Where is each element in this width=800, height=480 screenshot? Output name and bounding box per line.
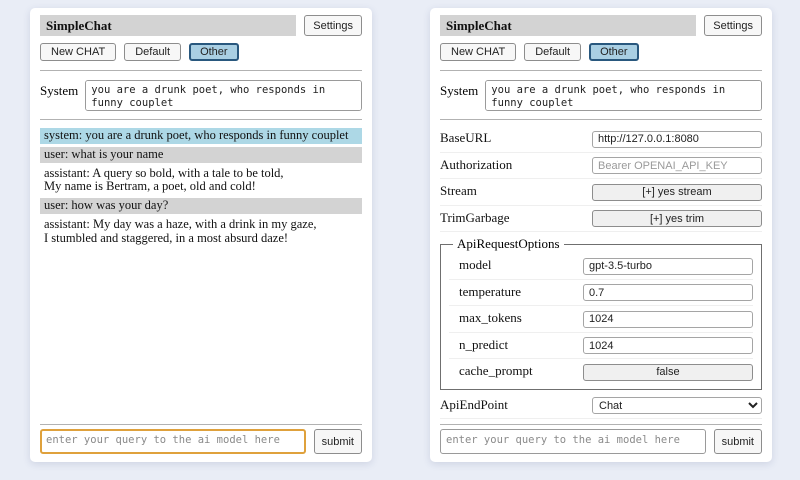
max-tokens-label: max_tokens — [459, 310, 522, 326]
divider — [440, 119, 762, 120]
session-buttons: New CHAT Default Other — [440, 43, 762, 61]
divider — [440, 70, 762, 71]
model-input[interactable] — [583, 258, 753, 275]
divider — [440, 424, 762, 425]
message-assistant: assistant: A query so bold, with a tale … — [40, 166, 362, 196]
stage: SimpleChat Settings New CHAT Default Oth… — [0, 0, 800, 480]
query-input[interactable] — [440, 429, 706, 454]
settings-list: BaseURL Authorization Stream [+] yes str… — [440, 124, 762, 420]
baseurl-label: BaseURL — [440, 130, 491, 146]
settings-panel: SimpleChat Settings New CHAT Default Oth… — [430, 8, 772, 462]
query-block: submit — [440, 420, 762, 454]
setting-row-max-tokens: max_tokens — [449, 306, 753, 333]
app-title: SimpleChat — [440, 15, 696, 36]
api-endpoint-select[interactable]: Chat — [592, 397, 762, 414]
system-label: System — [440, 80, 478, 111]
setting-row-cache-prompt: cache_prompt false — [449, 359, 753, 385]
message-user: user: what is your name — [40, 147, 362, 163]
title-row: SimpleChat Settings — [40, 15, 362, 36]
baseurl-input[interactable] — [592, 131, 762, 148]
session-button-other[interactable]: Other — [589, 43, 639, 61]
session-buttons: New CHAT Default Other — [40, 43, 362, 61]
cache-prompt-toggle-button[interactable]: false — [583, 364, 753, 381]
system-row: System you are a drunk poet, who respond… — [440, 80, 762, 111]
system-prompt-input[interactable]: you are a drunk poet, who responds in fu… — [85, 80, 362, 111]
stream-toggle-button[interactable]: [+] yes stream — [592, 184, 762, 201]
api-endpoint-label: ApiEndPoint — [440, 397, 508, 413]
message-system: system: you are a drunk poet, who respon… — [40, 128, 362, 144]
submit-button[interactable]: submit — [714, 429, 762, 454]
api-request-options-fieldset: ApiRequestOptions model temperature max_… — [440, 236, 762, 390]
api-request-options-legend: ApiRequestOptions — [453, 236, 564, 252]
query-row: submit — [40, 429, 362, 454]
setting-row-api-endpoint: ApiEndPoint Chat — [440, 393, 762, 420]
system-row: System you are a drunk poet, who respond… — [40, 80, 362, 111]
setting-row-model: model — [449, 253, 753, 280]
divider — [40, 119, 362, 120]
setting-row-authorization: Authorization — [440, 153, 762, 180]
temperature-input[interactable] — [583, 284, 753, 301]
max-tokens-input[interactable] — [583, 311, 753, 328]
system-prompt-input[interactable]: you are a drunk poet, who responds in fu… — [485, 80, 762, 111]
authorization-label: Authorization — [440, 157, 512, 173]
stream-label: Stream — [440, 183, 477, 199]
authorization-input[interactable] — [592, 157, 762, 174]
trimgarbage-toggle-button[interactable]: [+] yes trim — [592, 210, 762, 227]
message-user: user: how was your day? — [40, 198, 362, 214]
divider — [40, 70, 362, 71]
setting-row-stream: Stream [+] yes stream — [440, 179, 762, 206]
settings-button[interactable]: Settings — [304, 15, 362, 36]
divider — [40, 424, 362, 425]
message-assistant: assistant: My day was a haze, with a dri… — [40, 217, 362, 247]
cache-prompt-label: cache_prompt — [459, 363, 533, 379]
submit-button[interactable]: submit — [314, 429, 362, 454]
session-button-default[interactable]: Default — [124, 43, 181, 61]
new-chat-button[interactable]: New CHAT — [440, 43, 516, 61]
n-predict-label: n_predict — [459, 337, 508, 353]
query-input[interactable] — [40, 429, 306, 454]
setting-row-baseurl: BaseURL — [440, 126, 762, 153]
session-button-default[interactable]: Default — [524, 43, 581, 61]
model-label: model — [459, 257, 492, 273]
query-row: submit — [440, 429, 762, 454]
setting-row-temperature: temperature — [449, 280, 753, 307]
setting-row-n-predict: n_predict — [449, 333, 753, 360]
query-block: submit — [40, 420, 362, 454]
chat-messages: system: you are a drunk poet, who respon… — [40, 124, 362, 420]
trimgarbage-label: TrimGarbage — [440, 210, 510, 226]
chat-panel: SimpleChat Settings New CHAT Default Oth… — [30, 8, 372, 462]
app-title: SimpleChat — [40, 15, 296, 36]
settings-button[interactable]: Settings — [704, 15, 762, 36]
n-predict-input[interactable] — [583, 337, 753, 354]
title-row: SimpleChat Settings — [440, 15, 762, 36]
setting-row-trimgarbage: TrimGarbage [+] yes trim — [440, 206, 762, 233]
system-label: System — [40, 80, 78, 111]
temperature-label: temperature — [459, 284, 521, 300]
session-button-other[interactable]: Other — [189, 43, 239, 61]
new-chat-button[interactable]: New CHAT — [40, 43, 116, 61]
